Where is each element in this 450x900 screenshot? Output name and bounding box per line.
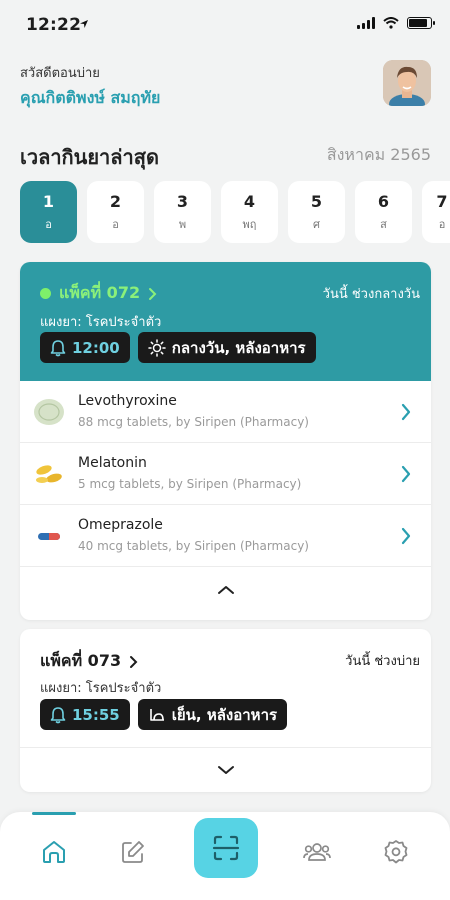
pack-title[interactable]: แพ็คที่ 073 — [40, 649, 139, 674]
period-label: เย็น, หลังอาหาร — [171, 705, 278, 724]
edit-icon — [122, 841, 144, 863]
chevron-right-icon — [149, 287, 157, 300]
day-of-week: อ — [45, 217, 52, 231]
nav-active-indicator — [32, 812, 76, 815]
capsule-icon — [32, 519, 66, 553]
scan-button[interactable] — [194, 818, 258, 878]
period-tag: กลางวัน, หลังอาหาร — [137, 332, 316, 363]
med-list-item[interactable]: Levothyroxine 88 mcg tablets, by Siripen… — [20, 381, 431, 443]
location-arrow-icon — [80, 20, 88, 28]
reminder-time: 15:55 — [72, 705, 120, 724]
battery-icon — [407, 17, 435, 29]
chevron-right-icon — [401, 527, 411, 545]
day-selector: 1 อ 2 อ 3 พ 4 พฤ 5 ศ 6 ส 7 อ — [20, 181, 450, 243]
period-label: กลางวัน, หลังอาหาร — [171, 338, 306, 357]
bell-icon — [50, 339, 66, 356]
chevron-right-icon — [130, 655, 138, 668]
day-chip[interactable]: 4 พฤ — [221, 181, 278, 243]
reminder-time-tag: 15:55 — [40, 699, 130, 730]
pack-regimen: แผงยา: โรคประจำตัว — [40, 315, 162, 330]
day-number: 2 — [109, 191, 122, 211]
status-time: 12:22 — [26, 15, 82, 35]
nav-home[interactable] — [34, 832, 74, 872]
pack-title-text: แพ็คที่ 072 — [59, 283, 141, 302]
scan-icon — [212, 835, 240, 861]
day-of-week: ศ — [313, 217, 320, 231]
day-number: 1 — [42, 191, 55, 211]
chevron-up-icon — [217, 585, 234, 594]
evening-icon — [149, 708, 164, 721]
nav-settings[interactable] — [376, 832, 416, 872]
pack-card-header[interactable]: แพ็คที่ 072 วันนี้ ช่วงกลางวัน แผงยา: โร… — [20, 262, 431, 381]
status-bar: 12:22 — [0, 0, 450, 50]
nav-people[interactable] — [297, 832, 337, 872]
settings-icon — [384, 840, 408, 864]
day-chip[interactable]: 2 อ — [87, 181, 144, 243]
day-chip[interactable]: 1 อ — [20, 181, 77, 243]
chevron-right-icon — [401, 403, 411, 421]
day-of-week: พฤ — [242, 217, 257, 231]
pack-card: แพ็คที่ 072 วันนี้ ช่วงกลางวัน แผงยา: โร… — [20, 262, 431, 620]
day-chip[interactable]: 6 ส — [355, 181, 412, 243]
expand-button[interactable] — [20, 747, 431, 792]
pack-title-text: แพ็คที่ 073 — [40, 651, 122, 670]
avatar[interactable] — [383, 60, 431, 106]
home-icon — [43, 841, 65, 863]
avatar-image — [383, 60, 431, 106]
pill-tablets-icon — [32, 457, 66, 491]
day-chip[interactable]: 3 พ — [154, 181, 211, 243]
med-desc: 40 mcg tablets, by Siripen (Pharmacy) — [78, 539, 309, 553]
day-number: 3 — [176, 191, 189, 211]
pill-round-icon — [32, 395, 66, 429]
day-number: 5 — [310, 191, 323, 211]
pack-when: วันนี้ ช่วงกลางวัน — [322, 287, 420, 302]
med-desc: 5 mcg tablets, by Siripen (Pharmacy) — [78, 477, 302, 491]
day-chip[interactable]: 7 อ — [422, 181, 450, 243]
period-tag: เย็น, หลังอาหาร — [137, 699, 288, 730]
people-icon — [303, 843, 331, 861]
section-title: เวลากินยาล่าสุด — [20, 145, 159, 169]
med-list-item[interactable]: Melatonin 5 mcg tablets, by Siripen (Pha… — [20, 443, 431, 505]
nav-edit[interactable] — [113, 832, 153, 872]
pack-title[interactable]: แพ็คที่ 072 — [40, 281, 158, 306]
med-list-item[interactable]: Omeprazole 40 mcg tablets, by Siripen (P… — [20, 505, 431, 567]
bell-icon — [50, 706, 66, 723]
greeting-user-name: คุณกิตติพงษ์ สมฤทัย — [20, 88, 161, 107]
wifi-icon — [383, 17, 399, 29]
day-of-week: พ — [178, 217, 187, 231]
med-name: Melatonin — [78, 455, 147, 471]
med-desc: 88 mcg tablets, by Siripen (Pharmacy) — [78, 415, 309, 429]
bottom-nav — [0, 812, 450, 900]
day-number: 7 — [436, 191, 448, 211]
signal-icon — [357, 17, 375, 29]
day-number: 4 — [243, 191, 256, 211]
day-of-week: อ — [112, 217, 119, 231]
day-of-week: อ — [438, 217, 446, 231]
chevron-right-icon — [401, 465, 411, 483]
med-name: Omeprazole — [78, 517, 163, 533]
pack-when: วันนี้ ช่วงบ่าย — [345, 654, 420, 669]
day-of-week: ส — [380, 217, 387, 231]
sun-icon — [148, 338, 166, 357]
med-name: Levothyroxine — [78, 393, 177, 409]
status-dot-icon — [40, 288, 51, 299]
collapse-button[interactable] — [20, 567, 431, 612]
day-number: 6 — [377, 191, 390, 211]
pack-regimen: แผงยา: โรคประจำตัว — [40, 681, 162, 696]
month-label[interactable]: สิงหาคม 2565 — [327, 143, 431, 168]
day-chip[interactable]: 5 ศ — [288, 181, 345, 243]
reminder-time: 12:00 — [72, 338, 120, 357]
chevron-down-icon — [217, 765, 234, 774]
pack-card: แพ็คที่ 073 วันนี้ ช่วงบ่าย แผงยา: โรคปร… — [20, 629, 431, 792]
greeting-salutation: สวัสดีตอนบ่าย — [20, 66, 100, 81]
reminder-time-tag: 12:00 — [40, 332, 130, 363]
